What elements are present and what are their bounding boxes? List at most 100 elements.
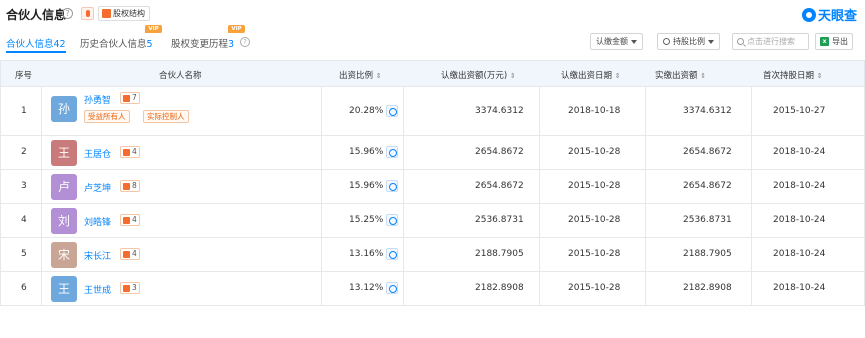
- column-header-index: 序号: [15, 71, 33, 81]
- related-companies-badge[interactable]: 3: [120, 282, 140, 294]
- partner-name-link[interactable]: 王世成: [84, 283, 111, 296]
- paid-amount: 2182.8908: [683, 283, 732, 293]
- column-divider: [403, 87, 404, 136]
- partner-name-link[interactable]: 王居仓: [84, 147, 111, 160]
- logo-text: 天眼查: [818, 9, 858, 24]
- ratio-chart-icon[interactable]: [386, 248, 398, 260]
- filter-label: 持股比例: [673, 37, 705, 46]
- avatar: 宋: [51, 242, 77, 268]
- ratio-chart-icon[interactable]: [386, 282, 398, 294]
- related-companies-badge[interactable]: 4: [120, 214, 140, 226]
- tab-label: 合伙人信息: [6, 39, 54, 50]
- column-header-subscribed[interactable]: 认缴出资额(万元) ⇕: [441, 69, 516, 81]
- column-divider: [321, 204, 322, 238]
- sort-icon: ⇕: [375, 72, 382, 80]
- related-companies-icon: [123, 251, 130, 258]
- column-header-ratio[interactable]: 出资比例 ⇕: [339, 69, 382, 81]
- subscribed-amount: 2536.8731: [475, 215, 524, 225]
- column-divider: [41, 238, 42, 272]
- table-row: 3 卢卢芝坤 8 15.96% 2654.8672 2015-10-28 2654.8672…: [0, 170, 865, 204]
- related-count: 4: [132, 249, 137, 258]
- tab-label: 历史合伙人信息: [80, 39, 147, 50]
- pie-chart-icon: [663, 38, 670, 45]
- subscribed-date: 2015-10-28: [568, 283, 621, 293]
- subscribed-date: 2015-10-28: [568, 181, 621, 191]
- related-count: 8: [132, 181, 137, 190]
- column-divider: [645, 170, 646, 204]
- ratio-value: 13.12%: [349, 283, 384, 293]
- search-box[interactable]: [732, 33, 809, 50]
- subscribed-amount: 2654.8672: [475, 147, 524, 157]
- column-divider: [539, 238, 540, 272]
- related-companies-badge[interactable]: 4: [120, 248, 140, 260]
- chevron-down-icon: [708, 39, 714, 44]
- partner-name-link[interactable]: 孙勇智: [84, 93, 111, 106]
- ratio-chart-icon[interactable]: [386, 214, 398, 226]
- avatar: 孙: [51, 96, 77, 122]
- related-companies-badge[interactable]: 8: [120, 180, 140, 192]
- related-companies-icon: [123, 95, 130, 102]
- related-companies-badge[interactable]: 7: [120, 92, 140, 104]
- column-header-name: 合伙人名称: [159, 71, 202, 81]
- equity-structure-icon: [102, 9, 111, 18]
- partner-name-link[interactable]: 卢芝坤: [84, 181, 111, 194]
- ratio-value: 15.25%: [349, 215, 384, 225]
- role-tag[interactable]: 受益所有人: [84, 110, 130, 123]
- partner-name-link[interactable]: 刘皓锋: [84, 215, 111, 228]
- search-icon: [737, 38, 744, 45]
- column-divider: [321, 170, 322, 204]
- column-divider: [751, 238, 752, 272]
- subscribed-date: 2015-10-28: [568, 147, 621, 157]
- risk-icon[interactable]: [81, 7, 94, 20]
- column-divider: [403, 272, 404, 306]
- column-header-sub-date[interactable]: 认缴出资日期 ⇕: [561, 69, 621, 81]
- column-divider: [41, 87, 42, 136]
- column-divider: [403, 204, 404, 238]
- related-companies-badge[interactable]: 4: [120, 146, 140, 158]
- column-divider: [403, 170, 404, 204]
- column-divider: [645, 87, 646, 136]
- role-tag[interactable]: 实际控制人: [143, 110, 189, 123]
- related-count: 3: [132, 283, 137, 292]
- column-divider: [403, 238, 404, 272]
- ratio-chart-icon[interactable]: [386, 146, 398, 158]
- column-divider: [539, 170, 540, 204]
- export-button[interactable]: x 导出: [815, 33, 853, 50]
- related-companies-icon: [123, 183, 130, 190]
- subscribed-amount-filter[interactable]: 认缴金额: [590, 33, 643, 50]
- column-divider: [645, 272, 646, 306]
- paid-amount: 2188.7905: [683, 249, 732, 259]
- column-divider: [41, 204, 42, 238]
- tab-count: 42: [53, 39, 66, 50]
- sort-icon: ⇕: [816, 72, 823, 80]
- table-row: 4 刘刘皓锋 4 15.25% 2536.8731 2015-10-28 2536.8731…: [0, 204, 865, 238]
- export-label: 导出: [832, 37, 848, 46]
- partner-name-link[interactable]: 宋长江: [84, 249, 111, 262]
- related-companies-icon: [123, 149, 130, 156]
- first-holding-date: 2018-10-24: [773, 147, 826, 157]
- shareholding-ratio-filter[interactable]: 持股比例: [657, 33, 720, 50]
- tab-equity-changes[interactable]: 股权变更历程3: [171, 36, 234, 50]
- ratio-chart-icon[interactable]: [386, 180, 398, 192]
- sort-icon: ⇕: [700, 72, 707, 80]
- first-holding-date: 2018-10-24: [773, 181, 826, 191]
- tab-history-partners[interactable]: 历史合伙人信息5: [80, 36, 153, 50]
- tab-count: 3: [228, 39, 235, 50]
- column-header-paid[interactable]: 实缴出资额 ⇕: [655, 69, 706, 81]
- help-icon[interactable]: ?: [62, 8, 73, 19]
- tab-help-icon[interactable]: ?: [240, 37, 250, 47]
- column-divider: [539, 136, 540, 170]
- ratio-chart-icon[interactable]: [386, 105, 398, 117]
- equity-structure-button[interactable]: 股权结构: [98, 6, 150, 21]
- equity-structure-label: 股权结构: [113, 9, 145, 18]
- tab-partners[interactable]: 合伙人信息42: [6, 36, 66, 50]
- column-header-first-date[interactable]: 首次持股日期 ⇕: [763, 69, 823, 81]
- column-divider: [539, 272, 540, 306]
- column-divider: [645, 136, 646, 170]
- row-index: 1: [21, 106, 27, 116]
- subscribed-date: 2018-10-18: [568, 106, 621, 116]
- related-companies-icon: [123, 217, 130, 224]
- search-input[interactable]: [747, 37, 807, 46]
- column-divider: [751, 204, 752, 238]
- first-holding-date: 2015-10-27: [773, 106, 826, 116]
